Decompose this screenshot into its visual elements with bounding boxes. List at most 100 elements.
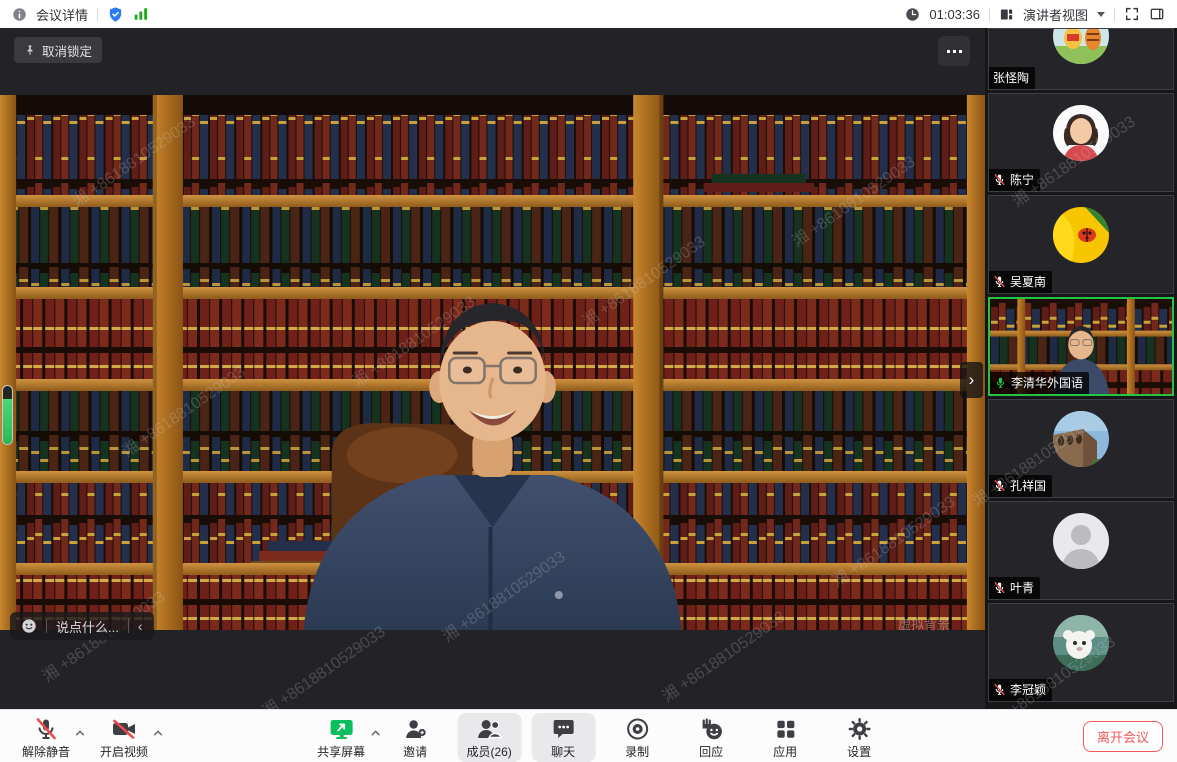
record-icon: [625, 716, 649, 742]
invite-button[interactable]: 邀请: [383, 713, 447, 762]
reaction-icon: [699, 716, 723, 742]
chevron-up-icon[interactable]: [153, 724, 163, 742]
content-area: 取消锁定 说点什么... ‹ 虚拟背景 ›: [0, 28, 1177, 710]
mic-muted-icon: [993, 683, 1006, 696]
unmute-button[interactable]: 解除静音: [14, 713, 78, 762]
participant-nametag: 吴夏南: [989, 271, 1052, 293]
camera-off-icon: [111, 716, 137, 742]
divider: [1114, 8, 1115, 21]
bottom-toolbar: 解除静音 开启视频 共享屏幕: [0, 709, 1177, 762]
network-signal-icon[interactable]: [133, 7, 149, 21]
participant-nametag: 张怪陶: [989, 67, 1035, 89]
divider: [46, 619, 47, 633]
chevron-down-icon[interactable]: [1097, 12, 1105, 17]
chevron-up-icon[interactable]: [75, 724, 85, 742]
participant-nametag: 李冠颖: [989, 679, 1052, 701]
participant-name: 李清华外国语: [1011, 374, 1083, 391]
settings-gear-icon: [847, 716, 871, 742]
chevron-left-icon[interactable]: ‹: [138, 619, 143, 633]
toolbar-item-label: 成员(26): [466, 743, 511, 760]
reaction-button[interactable]: 回应: [679, 713, 743, 762]
toolbar-item-label: 解除静音: [22, 743, 70, 760]
toolbar-item-label: 回应: [699, 743, 723, 760]
participant-tile[interactable]: 李冠颖: [988, 603, 1174, 702]
emoji-icon[interactable]: [21, 618, 37, 634]
participant-name: 孔祥国: [1010, 477, 1046, 494]
toolbar-item-label: 开启视频: [100, 743, 148, 760]
mic-muted-icon: [993, 581, 1006, 594]
apps-icon: [774, 716, 796, 742]
start-video-button[interactable]: 开启视频: [92, 713, 156, 762]
mic-muted-icon: [993, 173, 1006, 186]
participant-name: 李冠颖: [1010, 681, 1046, 698]
more-options-button[interactable]: [938, 36, 970, 66]
participant-name: 吴夏南: [1010, 273, 1046, 290]
quick-chat-bar[interactable]: 说点什么... ‹: [10, 612, 154, 640]
avatar: [1053, 411, 1109, 467]
meeting-details-label[interactable]: 会议详情: [36, 5, 88, 24]
avatar: [1053, 207, 1109, 263]
record-button[interactable]: 录制: [605, 713, 669, 762]
top-bar: 会议详情 01:03:36 演讲者视图: [0, 0, 1177, 28]
fullscreen-icon[interactable]: [1124, 6, 1140, 22]
virtual-background-label: 虚拟背景: [898, 614, 950, 633]
speaker-video: [0, 95, 985, 630]
audio-level-indicator: [2, 385, 13, 445]
chat-icon: [551, 716, 575, 742]
layout-view-icon: [999, 7, 1014, 22]
chevron-up-icon[interactable]: [370, 724, 380, 742]
share-screen-button[interactable]: 共享屏幕: [309, 713, 373, 762]
unlock-button[interactable]: 取消锁定: [14, 37, 102, 63]
mic-muted-icon: [993, 479, 1006, 492]
participant-nametag: 陈宁: [989, 169, 1040, 191]
apps-button[interactable]: 应用: [753, 713, 817, 762]
participant-tile[interactable]: 叶青: [988, 501, 1174, 600]
avatar: [1053, 513, 1109, 569]
participant-nametag: 李清华外国语: [990, 372, 1089, 394]
leave-meeting-button[interactable]: 离开会议: [1083, 721, 1163, 752]
toolbar-item-label: 设置: [847, 743, 871, 760]
avatar: [1053, 615, 1109, 671]
meeting-window: 会议详情 01:03:36 演讲者视图: [0, 0, 1177, 762]
avatar: [1053, 28, 1109, 64]
participant-nametag: 孔祥国: [989, 475, 1052, 497]
security-shield-icon[interactable]: [107, 6, 124, 23]
participant-name: 陈宁: [1010, 171, 1034, 188]
toolbar-item-label: 聊天: [551, 743, 575, 760]
clock-icon: [905, 7, 920, 22]
screen-share-icon: [328, 716, 354, 742]
audio-level-fill: [3, 399, 12, 444]
chat-button[interactable]: 聊天: [531, 713, 595, 762]
toolbar-item-label: 录制: [625, 743, 649, 760]
avatar: [1053, 105, 1109, 161]
info-icon[interactable]: [12, 7, 27, 22]
members-button[interactable]: 成员(26): [457, 713, 521, 762]
divider: [97, 8, 98, 21]
divider: [989, 8, 990, 21]
participant-tile[interactable]: 张怪陶: [988, 28, 1174, 90]
invite-icon: [403, 716, 427, 742]
settings-button[interactable]: 设置: [827, 713, 891, 762]
participant-tile[interactable]: 孔祥国: [988, 399, 1174, 498]
participants-sidebar: 张怪陶 陈宁: [985, 28, 1177, 710]
view-mode-label[interactable]: 演讲者视图: [1023, 5, 1088, 24]
main-stage: 取消锁定 说点什么... ‹ 虚拟背景 ›: [0, 28, 985, 710]
participant-tile-active-speaker[interactable]: 李清华外国语: [988, 297, 1174, 396]
mic-muted-icon: [993, 275, 1006, 288]
members-icon: [476, 716, 502, 742]
meeting-duration: 01:03:36: [929, 7, 980, 22]
mic-active-icon: [994, 376, 1007, 389]
participant-name: 叶青: [1010, 579, 1034, 596]
participant-tile[interactable]: 陈宁: [988, 93, 1174, 192]
side-panel-toggle-icon[interactable]: [1149, 6, 1165, 22]
divider: [128, 619, 129, 633]
chat-input-placeholder[interactable]: 说点什么...: [56, 617, 119, 636]
participant-tile[interactable]: 吴夏南: [988, 195, 1174, 294]
participant-name: 张怪陶: [993, 69, 1029, 86]
toolbar-item-label: 应用: [773, 743, 797, 760]
collapse-sidebar-button[interactable]: ›: [960, 362, 983, 398]
toolbar-item-label: 邀请: [403, 743, 427, 760]
toolbar-item-label: 共享屏幕: [317, 743, 365, 760]
participant-nametag: 叶青: [989, 577, 1040, 599]
unlock-label: 取消锁定: [42, 41, 92, 60]
